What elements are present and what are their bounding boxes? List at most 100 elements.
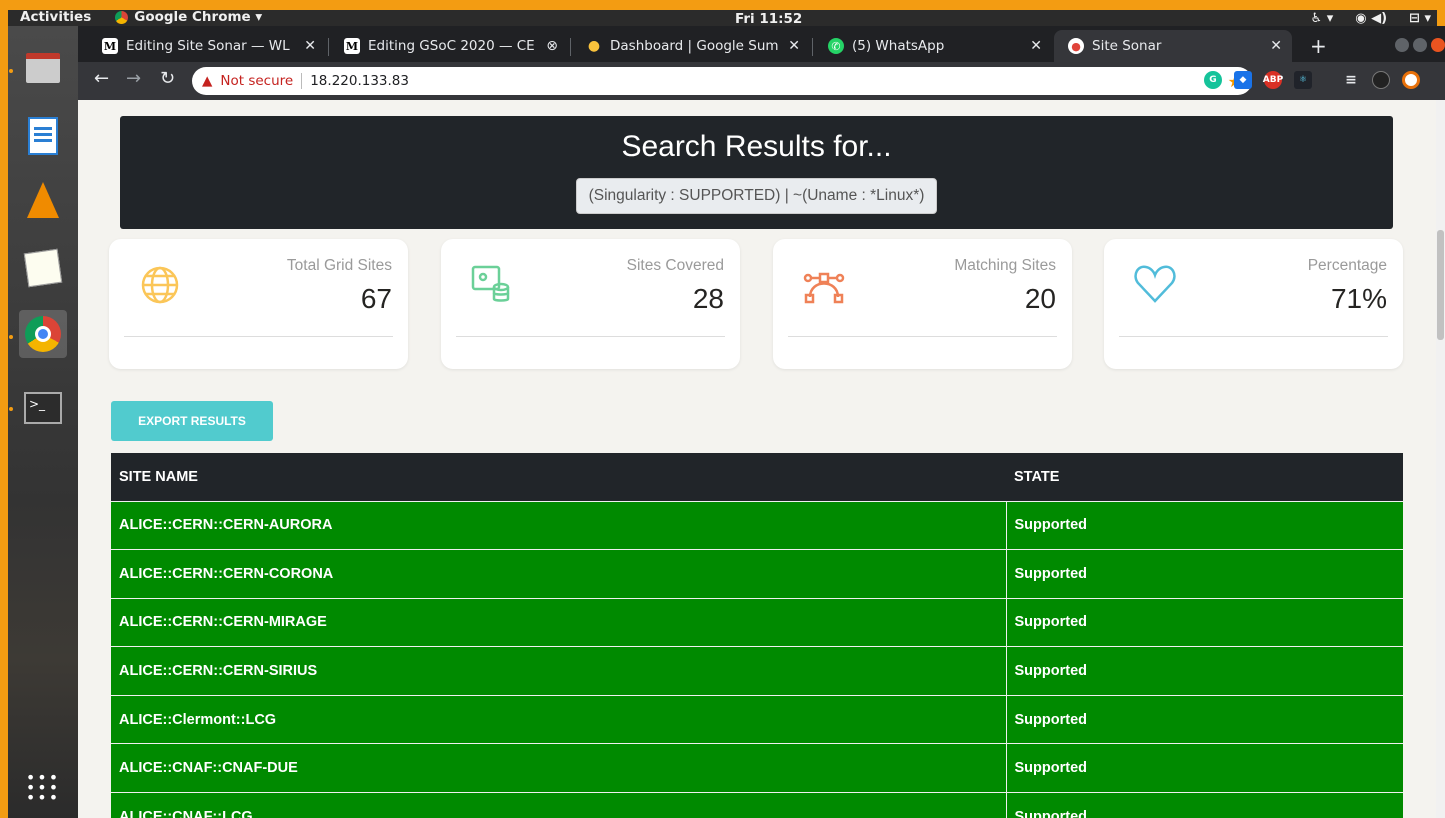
- site-name-cell: ALICE::CERN::CERN-CORONA: [111, 549, 1006, 599]
- card-label: Percentage: [1307, 257, 1387, 274]
- warning-icon[interactable]: ▲: [202, 73, 212, 89]
- tab-label: (5) WhatsApp: [852, 38, 945, 54]
- address-bar[interactable]: ▲ Not secure 18.220.133.83 ★: [192, 67, 1252, 95]
- state-cell: Supported: [1005, 597, 1403, 647]
- table-row[interactable]: ALICE::CERN::CERN-AURORA Supported: [111, 500, 1403, 550]
- activities-button[interactable]: Activities: [20, 9, 91, 25]
- card-label: Matching Sites: [954, 257, 1056, 274]
- search-banner: Search Results for... (Singularity : SUP…: [120, 116, 1393, 229]
- table-header-row: SITE NAME STATE: [111, 453, 1403, 501]
- tab-editing-gsoc[interactable]: M Editing GSoC 2020 — CE ⊗: [330, 30, 568, 62]
- card-divider: [456, 336, 725, 337]
- tab-editing-site-sonar[interactable]: M Editing Site Sonar — WL ✕: [88, 30, 326, 62]
- card-percentage: Percentage 71%: [1104, 239, 1403, 369]
- state-cell: Supported: [1005, 743, 1403, 793]
- card-sites-covered: Sites Covered 28: [441, 239, 740, 369]
- tab-separator: [812, 38, 813, 56]
- tab-separator: [328, 38, 329, 56]
- site-name-cell: ALICE::CERN::CERN-MIRAGE: [111, 597, 1006, 647]
- close-icon[interactable]: ⊗: [546, 38, 558, 54]
- chrome-icon: [115, 10, 129, 24]
- page-content: Search Results for... (Singularity : SUP…: [78, 100, 1436, 818]
- search-query: (Singularity : SUPPORTED) | ~(Uname : *L…: [575, 178, 938, 214]
- tab-separator: [570, 38, 571, 56]
- scrollbar-thumb[interactable]: [1437, 230, 1444, 340]
- network-sound-icon[interactable]: ◉ ◀): [1355, 11, 1387, 26]
- export-results-button[interactable]: EXPORT RESULTS: [111, 401, 273, 441]
- window-controls: [1395, 38, 1445, 52]
- close-icon[interactable]: ✕: [788, 38, 800, 54]
- power-icon[interactable]: ⊟ ▾: [1409, 11, 1431, 26]
- reload-button[interactable]: ↻: [160, 68, 175, 89]
- tab-strip: M Editing Site Sonar — WL ✕ M Editing GSoC …: [78, 26, 1445, 62]
- card-divider: [1119, 336, 1388, 337]
- heart-icon: [1134, 265, 1176, 303]
- card-value: 20: [1024, 283, 1056, 314]
- terminal-icon[interactable]: >_: [19, 384, 67, 432]
- card-value: 67: [360, 283, 392, 314]
- new-tab-button[interactable]: +: [1310, 34, 1327, 58]
- results-table: SITE NAME STATE ALICE::CERN::CERN-AURORA…: [111, 453, 1403, 818]
- site-name-cell: ALICE::CERN::CERN-AURORA: [111, 500, 1006, 550]
- table-row[interactable]: ALICE::Clermont::LCG Supported: [111, 694, 1403, 744]
- system-tray[interactable]: ♿ ▾ ◉ ◀) ⊟ ▾: [1311, 11, 1431, 26]
- site-name-cell: ALICE::CNAF::CNAF-DUE: [111, 743, 1006, 793]
- app-menu[interactable]: Google Chrome ▾: [115, 9, 262, 25]
- react-devtools-icon[interactable]: ⚛: [1294, 71, 1312, 89]
- close-icon[interactable]: ✕: [1270, 38, 1282, 54]
- card-matching-sites: Matching Sites 20: [773, 239, 1072, 369]
- avatar[interactable]: [1372, 71, 1390, 89]
- table-row[interactable]: ALICE::CERN::CERN-MIRAGE Supported: [111, 597, 1403, 647]
- globe-icon: [141, 266, 179, 304]
- security-status[interactable]: Not secure: [220, 73, 293, 89]
- column-header-state[interactable]: STATE: [1006, 453, 1403, 501]
- dock: >_ ••• ••• •••: [8, 26, 78, 818]
- card-label: Total Grid Sites: [286, 257, 392, 274]
- tab-whatsapp[interactable]: ✆ (5) WhatsApp ✕: [814, 30, 1052, 62]
- page-scrollbar[interactable]: [1436, 100, 1445, 818]
- table-row[interactable]: ALICE::CERN::CERN-SIRIUS Supported: [111, 646, 1403, 696]
- url-text[interactable]: 18.220.133.83: [310, 73, 409, 89]
- maximize-button[interactable]: [1413, 38, 1427, 52]
- vlc-icon[interactable]: [19, 176, 67, 224]
- tab-site-sonar[interactable]: ● Site Sonar ✕: [1054, 30, 1292, 62]
- extension-icon[interactable]: ◆: [1234, 71, 1252, 89]
- page-title: Search Results for...: [621, 130, 892, 163]
- table-row[interactable]: ALICE::CNAF::LCG Supported: [111, 792, 1403, 818]
- app-menu-label: Google Chrome ▾: [134, 9, 263, 25]
- forward-button[interactable]: →: [126, 68, 141, 89]
- state-cell: Supported: [1005, 792, 1403, 818]
- dashboard-icon: ●: [587, 38, 601, 54]
- vector-icon: [803, 272, 845, 304]
- files-icon[interactable]: [19, 44, 67, 92]
- minimize-button[interactable]: [1395, 38, 1409, 52]
- show-apps-icon[interactable]: ••• ••• •••: [19, 764, 67, 812]
- site-sonar-icon: ●: [1068, 38, 1084, 54]
- media-control-icon[interactable]: ≡: [1342, 71, 1360, 89]
- chrome-dock-icon[interactable]: [19, 310, 67, 358]
- text-editor-icon[interactable]: [19, 244, 67, 292]
- tab-label: Editing GSoC 2020 — CE: [368, 38, 535, 54]
- clock[interactable]: Fri 11:52: [735, 11, 802, 27]
- table-row[interactable]: ALICE::CNAF::CNAF-DUE Supported: [111, 743, 1403, 793]
- close-icon[interactable]: ✕: [304, 38, 316, 54]
- adblock-icon[interactable]: ABP: [1263, 71, 1283, 89]
- close-icon[interactable]: ✕: [1030, 38, 1042, 54]
- tab-label: Dashboard | Google Sum: [610, 38, 779, 54]
- browser-window: M Editing Site Sonar — WL ✕ M Editing GSoC …: [78, 26, 1445, 818]
- state-cell: Supported: [1005, 500, 1403, 550]
- column-header-site-name[interactable]: SITE NAME: [111, 453, 1006, 501]
- accessibility-icon[interactable]: ♿ ▾: [1311, 11, 1334, 26]
- card-divider: [124, 336, 393, 337]
- window-close-button[interactable]: [1431, 38, 1445, 52]
- grammarly-icon[interactable]: G: [1204, 71, 1222, 89]
- tab-dashboard[interactable]: ● Dashboard | Google Sum ✕: [572, 30, 810, 62]
- update-menu-icon[interactable]: [1402, 71, 1420, 89]
- back-button[interactable]: ←: [94, 68, 109, 89]
- medium-icon: M: [102, 38, 118, 54]
- card-total-grid-sites: Total Grid Sites 67: [109, 239, 408, 369]
- writer-icon[interactable]: [19, 112, 67, 160]
- running-dot: [9, 69, 13, 73]
- table-row[interactable]: ALICE::CERN::CERN-CORONA Supported: [111, 549, 1403, 599]
- database-icon: [471, 265, 510, 302]
